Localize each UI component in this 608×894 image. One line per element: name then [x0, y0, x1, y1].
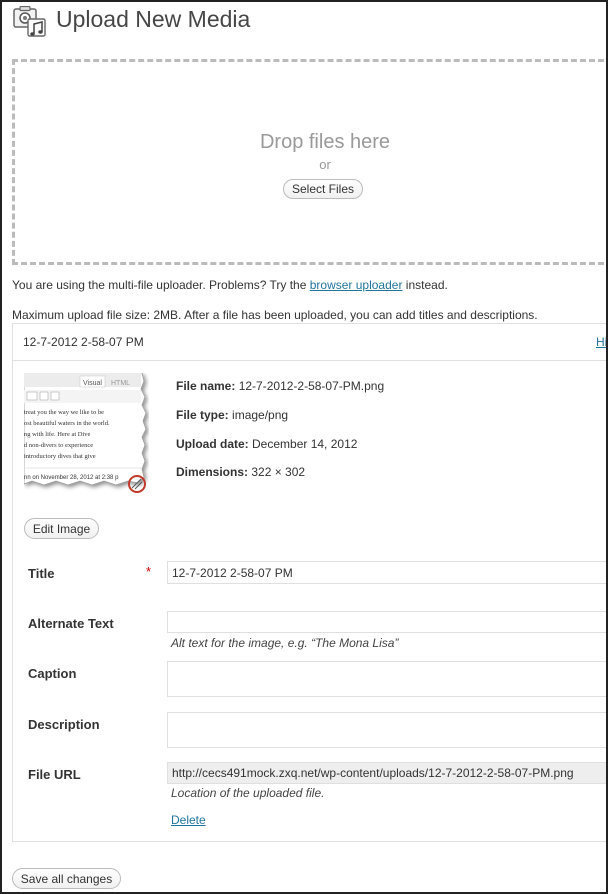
max-upload-note: Maximum upload file size: 2MB. After a f… — [12, 308, 538, 322]
alt-text-help: Alt text for the image, e.g. “The Mona L… — [171, 636, 399, 650]
thumb-tab-html: HTML — [111, 380, 130, 387]
or-text: or — [319, 157, 331, 172]
title-input[interactable] — [167, 561, 606, 584]
thumb-line-2: ost beautiful waters in the world. — [24, 420, 110, 427]
file-url-label: File URL — [28, 767, 81, 782]
file-url-input[interactable] — [167, 762, 606, 784]
description-textarea[interactable] — [167, 712, 606, 748]
page-title: Upload New Media — [56, 6, 251, 32]
description-label: Description — [28, 717, 100, 732]
meta-dimensions-value: 322 × 302 — [251, 465, 306, 479]
meta-file-type: File type: image/png — [176, 408, 288, 422]
uploader-note-prefix: You are using the multi-file uploader. P… — [12, 278, 307, 292]
meta-upload-date-label: Upload date: — [176, 437, 249, 451]
thumb-footer: nn on November 28, 2012 at 2:38 p — [24, 475, 119, 481]
drop-files-text: Drop files here — [259, 131, 391, 153]
save-all-changes-button[interactable]: Save all changes — [12, 868, 121, 889]
drop-zone[interactable]: Drop files here or Select Files — [12, 59, 606, 265]
upload-media-page: Upload New Media Drop files here or Sele… — [0, 0, 608, 894]
select-files-button[interactable]: Select Files — [283, 179, 363, 199]
caption-textarea[interactable] — [167, 661, 606, 697]
thumb-tab-visual: Visual — [83, 380, 102, 387]
thumb-line-1: treat you the way we like to be — [24, 409, 104, 416]
meta-file-type-label: File type: — [176, 408, 229, 422]
alt-text-input[interactable] — [167, 611, 606, 633]
caption-label: Caption — [28, 666, 77, 681]
media-item: 12-7-2012 2-58-07 PM Hi Visual HTML trea… — [12, 323, 606, 842]
meta-upload-date: Upload date: December 14, 2012 — [176, 437, 357, 451]
media-library-icon — [13, 6, 46, 37]
meta-file-name-value: 12-7-2012-2-58-07-PM.png — [238, 379, 385, 393]
browser-uploader-link[interactable]: browser uploader — [310, 278, 403, 292]
thumb-line-5: introductory dives that give — [24, 453, 96, 460]
title-label: Title — [28, 566, 55, 581]
media-thumbnail: Visual HTML treat you the way we like to… — [24, 373, 147, 493]
uploader-note: You are using the multi-file uploader. P… — [12, 278, 448, 292]
thumb-line-4: d non-divers to experience — [24, 442, 93, 449]
required-marker: * — [146, 564, 152, 579]
file-url-help: Location of the uploaded file. — [171, 786, 325, 800]
meta-dimensions-label: Dimensions: — [176, 465, 249, 479]
media-filename: 12-7-2012 2-58-07 PM — [23, 335, 144, 349]
uploader-note-suffix: instead. — [405, 278, 448, 292]
meta-file-name-label: File name: — [176, 379, 236, 393]
hide-link[interactable]: Hi — [596, 335, 606, 349]
meta-file-name: File name: 12-7-2012-2-58-07-PM.png — [176, 379, 384, 393]
delete-link[interactable]: Delete — [171, 813, 206, 827]
meta-dimensions: Dimensions: 322 × 302 — [176, 465, 305, 479]
meta-upload-date-value: December 14, 2012 — [252, 437, 358, 451]
media-item-header: 12-7-2012 2-58-07 PM Hi — [13, 324, 606, 361]
thumb-line-3: ng with life. Here at Dive — [24, 431, 91, 438]
alt-text-label: Alternate Text — [28, 616, 114, 631]
edit-image-button[interactable]: Edit Image — [24, 518, 99, 539]
meta-file-type-value: image/png — [232, 408, 289, 422]
